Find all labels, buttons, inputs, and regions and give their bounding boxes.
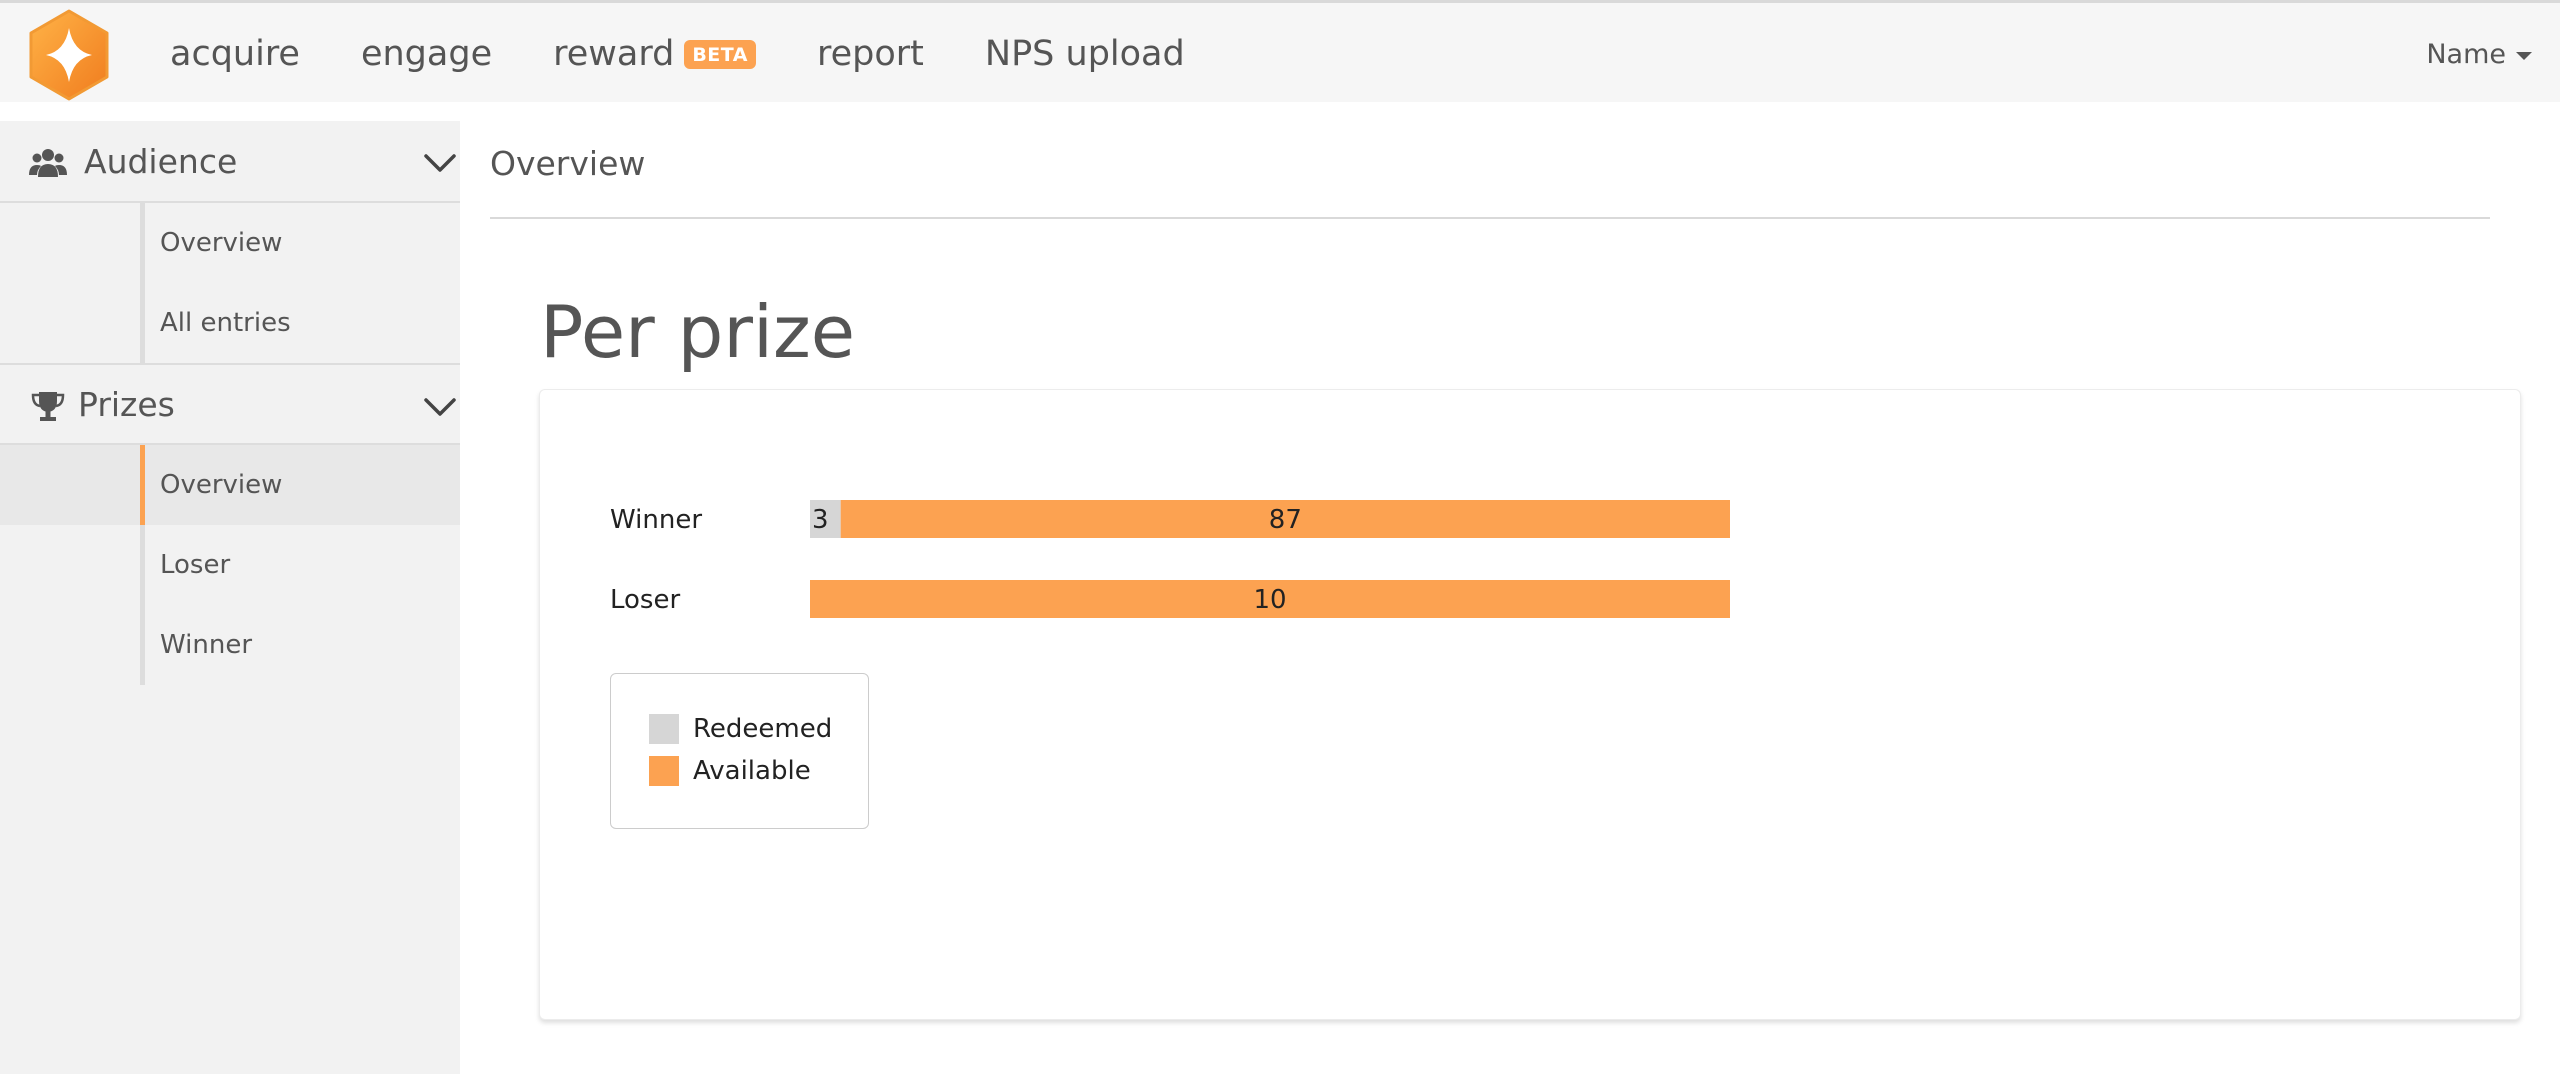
users-icon <box>29 149 67 177</box>
prizes-submenu: Overview Loser Winner <box>140 445 460 685</box>
category-label: Loser <box>610 585 680 615</box>
sidebar-section-title: Audience <box>84 141 238 181</box>
legend-item-available[interactable]: Available <box>649 756 811 786</box>
user-name: Name <box>2426 38 2506 70</box>
chevron-down-icon[interactable] <box>424 147 456 177</box>
sidebar-section-prizes[interactable]: Prizes <box>0 363 460 445</box>
bar-value-label: 10 <box>1253 585 1286 615</box>
caret-down-icon <box>2516 52 2532 60</box>
sidebar-item-all-entries[interactable]: All entries <box>145 283 460 363</box>
sidebar-item-loser[interactable]: Loser <box>145 525 460 605</box>
chart-card: Winner 3 87 Loser 10 Redeemed Available <box>539 389 2521 1020</box>
active-indicator <box>140 445 145 525</box>
brand-logo-icon[interactable] <box>26 8 112 102</box>
nav-item-nps-upload[interactable]: NPS upload <box>985 34 1185 74</box>
sidebar-item-label: Winner <box>160 630 253 660</box>
legend-swatch-redeemed <box>649 714 679 744</box>
nav-item-reward[interactable]: reward BETA <box>553 34 756 74</box>
main-nav: acquire engage reward BETA report NPS upl… <box>170 3 1246 105</box>
prizes-submenu-wrap: Overview Loser Winner <box>0 445 460 685</box>
sidebar-item-prizes-overview[interactable]: Overview <box>145 445 460 525</box>
bar-value-label: 3 <box>812 505 829 535</box>
nav-label: NPS upload <box>984 34 1185 74</box>
sidebar-section-title: Prizes <box>78 384 175 424</box>
sidebar: Audience Overview All entries Prizes Ove… <box>0 121 460 1074</box>
legend-label: Available <box>693 756 811 786</box>
nav-label: report <box>816 34 924 74</box>
legend-label: Redeemed <box>693 714 833 744</box>
nav-item-report[interactable]: report <box>817 34 924 74</box>
category-label: Winner <box>610 505 702 535</box>
sidebar-item-winner[interactable]: Winner <box>145 605 460 685</box>
legend-item-redeemed[interactable]: Redeemed <box>649 714 832 744</box>
sidebar-item-label: Overview <box>160 228 283 258</box>
sidebar-item-audience-overview[interactable]: Overview <box>145 203 460 283</box>
trophy-icon <box>31 392 65 421</box>
sidebar-section-audience[interactable]: Audience <box>0 121 460 203</box>
title-divider <box>490 217 2490 219</box>
legend-swatch-available <box>649 756 679 786</box>
beta-badge: BETA <box>684 39 756 69</box>
sidebar-item-label: Overview <box>160 470 283 500</box>
chart-heading: Per prize <box>540 290 856 374</box>
nav-item-engage[interactable]: engage <box>361 34 492 74</box>
audience-submenu: Overview All entries <box>140 203 460 363</box>
nav-label: acquire <box>170 34 300 74</box>
nav-item-acquire[interactable]: acquire <box>170 34 300 74</box>
chart-legend: Redeemed Available <box>610 673 869 829</box>
bar-value-label: 87 <box>1269 505 1302 535</box>
chevron-down-icon[interactable] <box>424 391 456 421</box>
nav-label: reward <box>553 34 675 74</box>
sidebar-item-label: Loser <box>160 550 231 580</box>
user-menu[interactable]: Name <box>2426 3 2532 105</box>
page-title: Overview <box>490 144 646 183</box>
nav-label: engage <box>360 34 493 74</box>
top-navbar: acquire engage reward BETA report NPS upl… <box>0 0 2560 102</box>
sidebar-item-label: All entries <box>160 308 291 338</box>
